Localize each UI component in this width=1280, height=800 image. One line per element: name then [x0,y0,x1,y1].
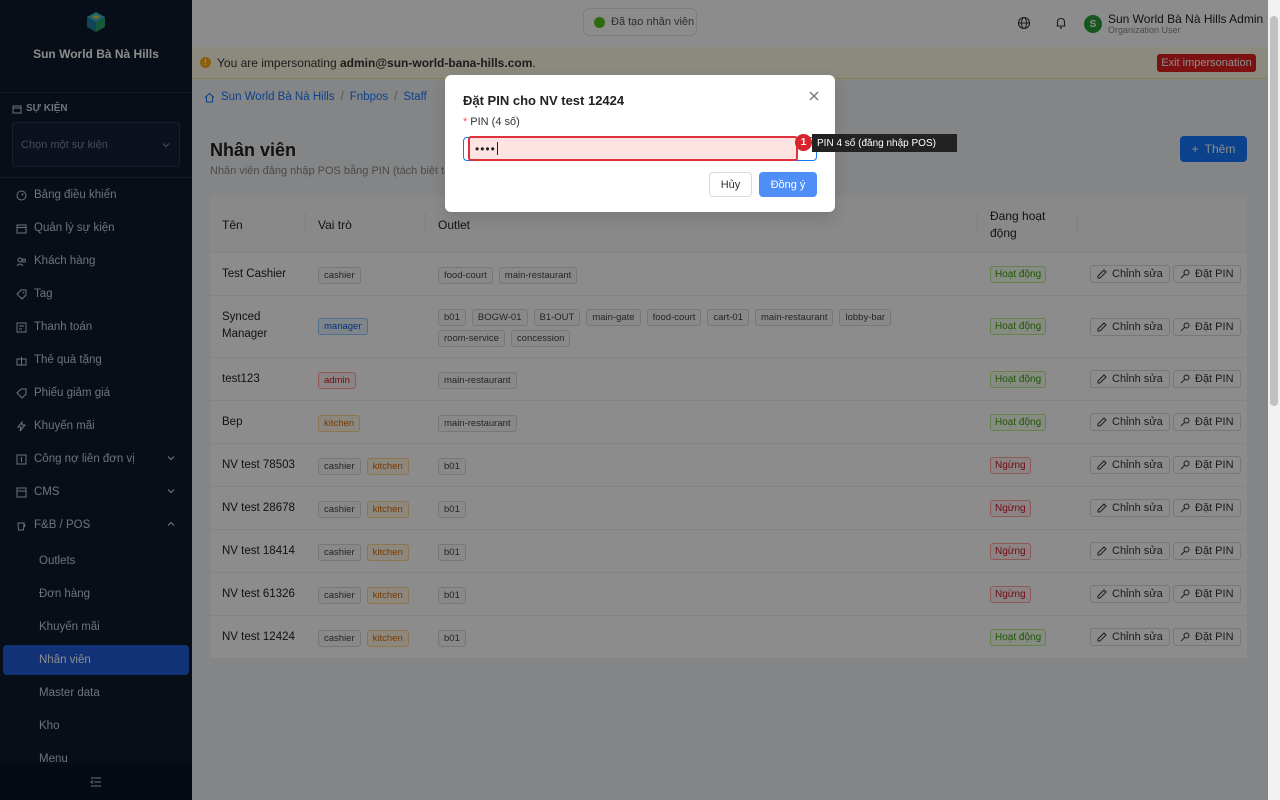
confirm-button[interactable]: Đồng ý [759,172,817,197]
pin-field-label: * PIN (4 số) [463,116,520,128]
pin-input-value: •••• [475,141,496,156]
text-caret [496,142,498,155]
required-mark: * [463,116,468,128]
modal-title: Đặt PIN cho NV test 12424 [463,93,625,108]
annotation-badge: 1 [795,134,812,151]
close-icon[interactable] [807,89,821,103]
cancel-button[interactable]: Hủy [709,172,752,197]
page-scrollbar[interactable] [1268,0,1280,800]
pin-input-highlight[interactable]: •••• [468,136,798,161]
scrollbar-thumb[interactable] [1270,16,1278,406]
pin-field-label-text: PIN (4 số) [470,116,520,128]
annotation-tooltip: PIN 4 số (đăng nhập POS) [812,134,957,152]
set-pin-modal: Đặt PIN cho NV test 12424 * PIN (4 số) ••… [445,75,835,212]
